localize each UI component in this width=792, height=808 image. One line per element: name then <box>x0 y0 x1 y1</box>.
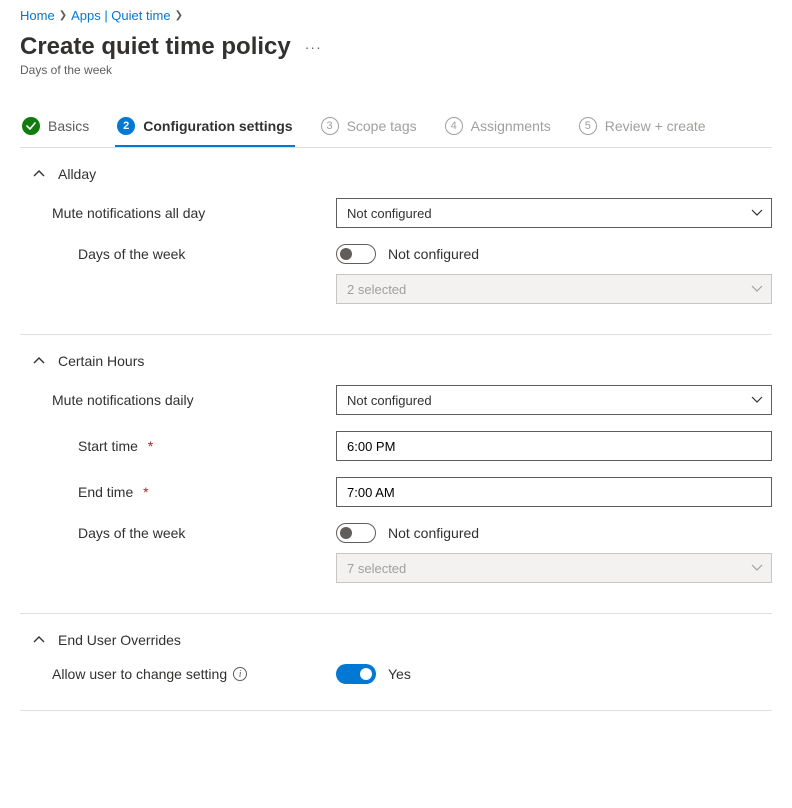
tab-basics[interactable]: Basics <box>20 109 91 147</box>
wizard-tabs: Basics 2 Configuration settings 3 Scope … <box>20 109 772 148</box>
section-overrides: End User Overrides Allow user to change … <box>20 614 772 711</box>
step-number-icon: 4 <box>445 117 463 135</box>
section-allday: Allday Mute notifications all day Not co… <box>20 148 772 335</box>
section-allday-header[interactable]: Allday <box>32 166 772 182</box>
section-title: Allday <box>58 166 96 182</box>
more-actions-button[interactable]: ··· <box>305 39 322 55</box>
certain-days-toggle[interactable] <box>336 523 376 543</box>
start-time-label: Start time * <box>20 438 336 454</box>
certain-days-label: Days of the week <box>20 525 336 541</box>
allday-days-toggle-label: Not configured <box>388 246 479 262</box>
info-icon[interactable]: i <box>233 667 247 681</box>
chevron-right-icon: ❯ <box>59 10 67 21</box>
mute-allday-label: Mute notifications all day <box>20 205 336 221</box>
breadcrumb-apps[interactable]: Apps | Quiet time <box>71 8 170 23</box>
check-icon <box>22 117 40 135</box>
chevron-up-icon <box>32 357 46 365</box>
section-certain-hours: Certain Hours Mute notifications daily N… <box>20 335 772 614</box>
dropdown-value: Not configured <box>347 393 432 408</box>
allday-days-label: Days of the week <box>20 246 336 262</box>
certain-days-dropdown: 7 selected <box>336 553 772 583</box>
required-icon: * <box>139 484 148 500</box>
chevron-down-icon <box>751 564 763 572</box>
section-title: End User Overrides <box>58 632 181 648</box>
chevron-down-icon <box>751 285 763 293</box>
tab-label: Assignments <box>471 118 551 134</box>
section-overrides-header[interactable]: End User Overrides <box>32 632 772 648</box>
chevron-up-icon <box>32 636 46 644</box>
chevron-down-icon <box>751 209 763 217</box>
end-time-input[interactable] <box>336 477 772 507</box>
section-title: Certain Hours <box>58 353 144 369</box>
allday-days-dropdown: 2 selected <box>336 274 772 304</box>
allow-change-toggle-label: Yes <box>388 666 411 682</box>
section-certain-header[interactable]: Certain Hours <box>32 353 772 369</box>
tab-label: Configuration settings <box>143 118 292 134</box>
chevron-down-icon <box>751 396 763 404</box>
tab-review-create[interactable]: 5 Review + create <box>577 109 708 147</box>
certain-days-toggle-label: Not configured <box>388 525 479 541</box>
chevron-right-icon: ❯ <box>175 10 183 21</box>
step-number-icon: 2 <box>117 117 135 135</box>
allday-days-toggle[interactable] <box>336 244 376 264</box>
mute-allday-dropdown[interactable]: Not configured <box>336 198 772 228</box>
mute-daily-label: Mute notifications daily <box>20 392 336 408</box>
tab-label: Basics <box>48 118 89 134</box>
tab-scope-tags[interactable]: 3 Scope tags <box>319 109 419 147</box>
page-subtitle: Days of the week <box>20 63 772 77</box>
start-time-input[interactable] <box>336 431 772 461</box>
page-title: Create quiet time policy <box>20 33 291 61</box>
tab-assignments[interactable]: 4 Assignments <box>443 109 553 147</box>
step-number-icon: 5 <box>579 117 597 135</box>
allow-change-toggle[interactable] <box>336 664 376 684</box>
tab-label: Scope tags <box>347 118 417 134</box>
tab-configuration-settings[interactable]: 2 Configuration settings <box>115 109 294 147</box>
required-icon: * <box>144 438 153 454</box>
allow-change-label: Allow user to change setting i <box>20 666 336 682</box>
dropdown-value: 2 selected <box>347 282 406 297</box>
dropdown-value: Not configured <box>347 206 432 221</box>
chevron-up-icon <box>32 170 46 178</box>
tab-label: Review + create <box>605 118 706 134</box>
breadcrumb: Home ❯ Apps | Quiet time ❯ <box>20 4 772 29</box>
breadcrumb-home[interactable]: Home <box>20 8 55 23</box>
dropdown-value: 7 selected <box>347 561 406 576</box>
step-number-icon: 3 <box>321 117 339 135</box>
mute-daily-dropdown[interactable]: Not configured <box>336 385 772 415</box>
end-time-label: End time * <box>20 484 336 500</box>
